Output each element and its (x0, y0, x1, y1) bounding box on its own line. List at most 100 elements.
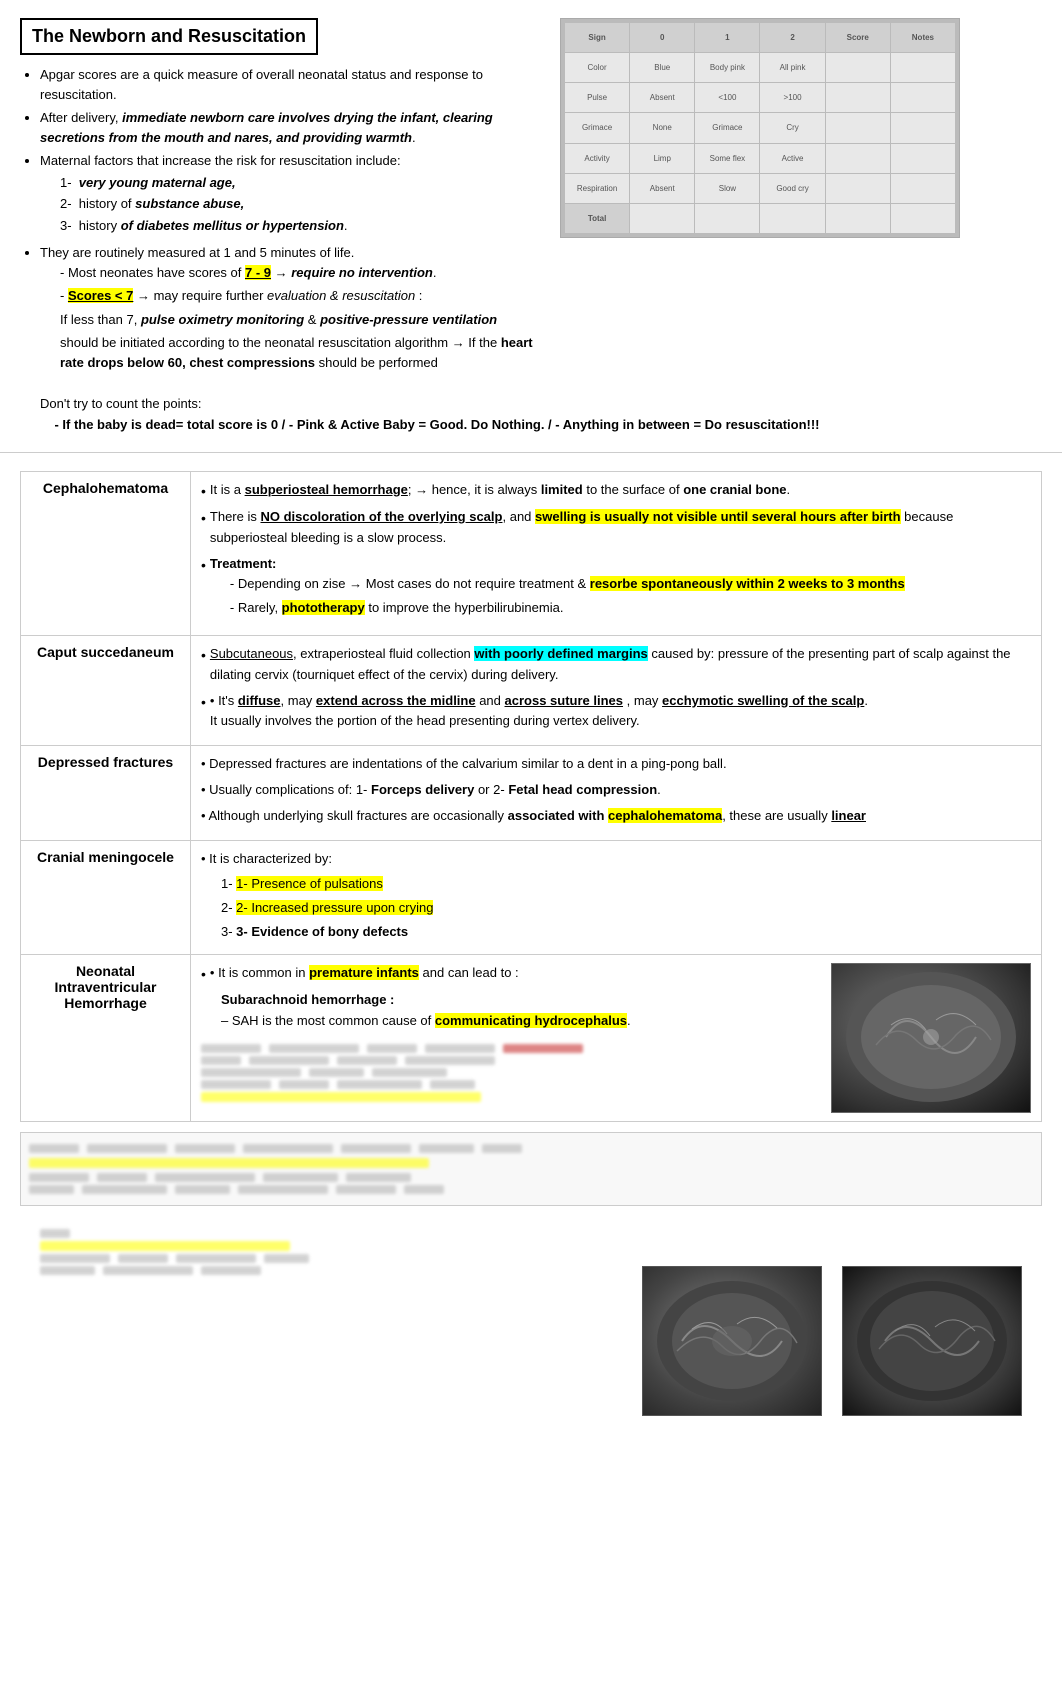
cepha-bullet2: • There is NO discoloration of the overl… (201, 507, 1031, 549)
yellow-bar-bl (40, 1241, 290, 1251)
neonatal-ivh-label: Neonatal Intraventricular Hemorrhage (21, 954, 191, 1121)
tbl-r4c3: Some flex (695, 144, 759, 173)
apgar-table-image: Sign 0 1 2 Score Notes Color Blue Body p… (560, 18, 960, 238)
neonatal-ivh-content: • • It is common in premature infants an… (191, 954, 1042, 1121)
intro-bullet3: Maternal factors that increase the risk … (40, 151, 550, 235)
tbl-total2 (630, 204, 694, 233)
tbl-r3c2: None (630, 113, 694, 142)
niv-sub-text: – SAH is the most common cause of commun… (221, 1011, 821, 1032)
bottom-images-row (20, 1216, 1042, 1426)
tbl-r3c1: Grimace (565, 113, 629, 142)
apgar-table-grid: Sign 0 1 2 Score Notes Color Blue Body p… (561, 19, 959, 237)
dash1: - Most neonates have scores of 7 - 9 → r… (40, 263, 550, 283)
tbl-r3c5 (826, 113, 890, 142)
tbl-r1c5 (826, 53, 890, 82)
blur-row1 (201, 1044, 821, 1053)
tbl-r2c3: <100 (695, 83, 759, 112)
tbl-h2: 0 (630, 23, 694, 52)
bottom-left (40, 1226, 622, 1283)
cranial-meningocele-content: • It is characterized by: 1- 1- Presence… (191, 840, 1042, 954)
cm-items: 1- 1- Presence of pulsations 2- 2- Incre… (201, 874, 1031, 942)
tbl-r3c4: Cry (760, 113, 824, 142)
tbl-r5c4: Good cry (760, 174, 824, 203)
cm-item2: 2- 2- Increased pressure upon crying (221, 898, 1031, 919)
cephalohematoma-content: • It is a subperiosteal hemorrhage; → he… (191, 471, 1042, 635)
treat1: - Depending on zise → Most cases do not … (230, 574, 905, 595)
intro-bullet1: Apgar scores are a quick measure of over… (40, 65, 550, 104)
cephalohematoma-label: Cephalohematoma (21, 471, 191, 635)
conditions-table: Cephalohematoma • It is a subperiosteal … (20, 471, 1042, 1122)
tbl-r4c4: Active (760, 144, 824, 173)
factor-1: 1- very young maternal age, (60, 173, 550, 193)
page: The Newborn and Resuscitation Apgar scor… (0, 0, 1062, 1684)
brain-alt-1 (643, 1267, 821, 1415)
caput-label: Caput succedaneum (21, 635, 191, 745)
factor-3: 3- history of diabetes mellitus or hyper… (60, 216, 550, 236)
tbl-r4c2: Limp (630, 144, 694, 173)
bb-row2 (29, 1173, 1033, 1182)
tbl-h4: 2 (760, 23, 824, 52)
left-content: The Newborn and Resuscitation Apgar scor… (20, 18, 550, 380)
depressed-fractures-row: Depressed fractures • Depressed fracture… (21, 746, 1042, 840)
tbl-r5c2: Absent (630, 174, 694, 203)
factor-2: 2- history of substance abuse, (60, 194, 550, 214)
cepha-bullet1: • It is a subperiosteal hemorrhage; → he… (201, 480, 1031, 502)
intro-bullet4: They are routinely measured at 1 and 5 m… (40, 243, 550, 372)
tbl-r4c6 (891, 144, 955, 173)
top-section: The Newborn and Resuscitation Apgar scor… (0, 0, 1062, 390)
tbl-r1c2: Blue (630, 53, 694, 82)
cranial-meningocele-row: Cranial meningocele • It is characterize… (21, 840, 1042, 954)
tbl-r1c4: All pink (760, 53, 824, 82)
blurred-bottom-section (20, 1132, 1042, 1206)
caput-row: Caput succedaneum • Subcutaneous, extrap… (21, 635, 1042, 745)
depressed-fractures-label: Depressed fractures (21, 746, 191, 840)
cepha-treatment: • Treatment: - Depending on zise → Most … (201, 554, 1031, 622)
dash4: should be initiated according to the neo… (40, 333, 550, 372)
df-bullet1: • Depressed fractures are indentations o… (201, 754, 1031, 775)
blur-row3 (201, 1068, 821, 1077)
dont-note: Don't try to count the points: - If the … (0, 390, 1062, 444)
blur-row4 (201, 1080, 821, 1089)
tbl-total5 (826, 204, 890, 233)
niv-sub: Subarachnoid hemorrhage : – SAH is the m… (201, 990, 821, 1032)
blur-row2 (201, 1056, 821, 1065)
tbl-h3: 1 (695, 23, 759, 52)
tbl-r2c5 (826, 83, 890, 112)
intro-list: Apgar scores are a quick measure of over… (20, 65, 550, 372)
tbl-r2c6 (891, 83, 955, 112)
tbl-h1: Sign (565, 23, 629, 52)
bl-row2 (40, 1254, 622, 1263)
main-content: Cephalohematoma • It is a subperiosteal … (0, 461, 1062, 1446)
yellow-bar1 (201, 1092, 481, 1102)
bottom-brain-image-2 (842, 1266, 1022, 1416)
neonatal-text: • • It is common in premature infants an… (201, 963, 821, 1113)
tbl-h6: Notes (891, 23, 955, 52)
cranial-meningocele-label: Cranial meningocele (21, 840, 191, 954)
main-divider (0, 452, 1062, 453)
tbl-r4c1: Activity (565, 144, 629, 173)
tbl-r2c4: >100 (760, 83, 824, 112)
tbl-r5c6 (891, 174, 955, 203)
bottom-left-blurred (40, 1229, 622, 1275)
cm-item3: 3- 3- Evidence of bony defects (221, 922, 1031, 943)
df-bullet3: • Although underlying skull fractures ar… (201, 806, 1031, 827)
brain-svg-2 (647, 1271, 817, 1411)
tbl-r2c1: Pulse (565, 83, 629, 112)
niv-sub-header: Subarachnoid hemorrhage : (221, 990, 821, 1011)
caput-content: • Subcutaneous, extraperiosteal fluid co… (191, 635, 1042, 745)
tbl-r3c3: Grimace (695, 113, 759, 142)
bl-row1 (40, 1229, 622, 1238)
tbl-r2c2: Absent (630, 83, 694, 112)
treatment-list: - Depending on zise → Most cases do not … (210, 574, 905, 619)
neonatal-brain-image (831, 963, 1031, 1113)
tbl-total4 (760, 204, 824, 233)
tbl-r4c5 (826, 144, 890, 173)
bottom-brain-image-1 (642, 1266, 822, 1416)
tbl-r3c6 (891, 113, 955, 142)
cephalohematoma-row: Cephalohematoma • It is a subperiosteal … (21, 471, 1042, 635)
brain-svg-3 (847, 1271, 1017, 1411)
tbl-r5c1: Respiration (565, 174, 629, 203)
bl-row3 (40, 1266, 622, 1275)
df-bullet2: • Usually complications of: 1- Forceps d… (201, 780, 1031, 801)
niv-bullet1: • • It is common in premature infants an… (201, 963, 821, 985)
